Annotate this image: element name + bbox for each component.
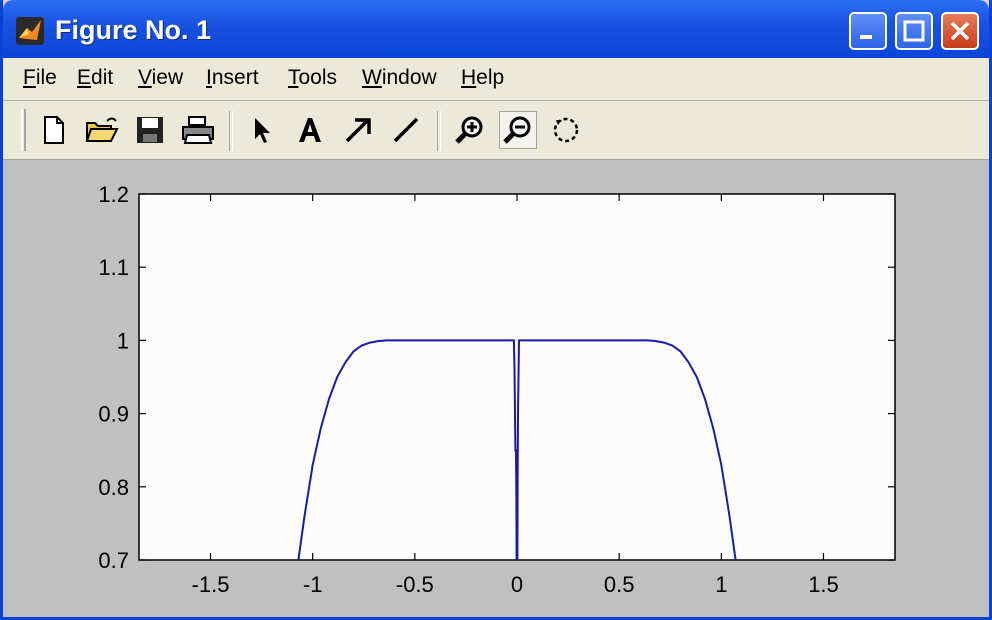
y-tick-label: 1 <box>117 328 129 353</box>
figure-window: Figure No. 1 File Edit View Insert Tools… <box>0 0 992 620</box>
close-icon <box>950 21 970 41</box>
open-folder-icon <box>85 117 119 142</box>
toolbar-grip[interactable] <box>21 109 26 151</box>
print-icon <box>182 116 214 144</box>
zoom-in-button[interactable] <box>451 111 489 149</box>
x-tick-label: 0 <box>511 572 523 597</box>
open-file-button[interactable] <box>83 111 121 149</box>
menu-window[interactable]: Window <box>362 66 437 90</box>
maximize-button[interactable] <box>895 12 933 50</box>
arrow-icon <box>345 118 371 143</box>
menu-file[interactable]: File <box>23 66 57 90</box>
menu-help[interactable]: Help <box>461 66 504 90</box>
new-file-button[interactable] <box>35 111 73 149</box>
rotate-icon <box>553 117 579 143</box>
select-tool-button[interactable] <box>243 111 281 149</box>
zoom-out-button[interactable] <box>499 111 537 149</box>
y-tick-label: 0.7 <box>98 548 129 573</box>
x-tick-label: 1 <box>715 572 727 597</box>
arrow-select-icon <box>255 118 270 143</box>
print-button[interactable] <box>179 111 217 149</box>
new-file-icon <box>44 116 64 144</box>
x-tick-label: 0.5 <box>604 572 635 597</box>
zoom-in-icon <box>455 116 483 144</box>
y-tick-label: 1.2 <box>98 182 129 207</box>
toolbar-separator <box>437 111 441 151</box>
insert-text-button[interactable] <box>291 111 329 149</box>
menu-edit[interactable]: Edit <box>77 66 113 90</box>
insert-arrow-button[interactable] <box>339 111 377 149</box>
figure-toolbar <box>3 101 989 160</box>
y-tick-label: 0.9 <box>98 402 129 427</box>
matlab-logo-icon <box>16 17 44 45</box>
y-tick-label: 0.8 <box>98 475 129 500</box>
y-tick-label: 1.1 <box>98 255 129 280</box>
menu-bar: File Edit View Insert Tools Window Help <box>3 58 989 101</box>
minimize-icon <box>860 35 872 39</box>
save-button[interactable] <box>131 111 169 149</box>
figure-canvas: -1.5 -1 -0.5 0 0.5 1 1.5 0.7 0.8 0.9 1 1.1 1.2 <box>3 160 989 617</box>
rotate-3d-button[interactable] <box>547 111 585 149</box>
close-button[interactable] <box>941 12 979 50</box>
line-icon <box>393 117 419 143</box>
zoom-out-icon <box>503 116 531 144</box>
x-tick-label: -0.5 <box>396 572 434 597</box>
minimize-button[interactable] <box>849 12 887 50</box>
plot-svg: -1.5 -1 -0.5 0 0.5 1 1.5 0.7 0.8 0.9 1 1.1 1.2 <box>98 182 896 597</box>
maximize-icon <box>903 20 925 42</box>
title-bar[interactable]: Figure No. 1 <box>3 0 989 58</box>
insert-line-button[interactable] <box>387 111 425 149</box>
save-icon <box>137 117 163 143</box>
menu-tools[interactable]: Tools <box>288 66 337 90</box>
window-title: Figure No. 1 <box>55 15 212 45</box>
menu-view[interactable]: View <box>138 66 183 90</box>
toolbar-separator <box>229 111 233 151</box>
x-tick-label: -1 <box>303 572 323 597</box>
menu-insert[interactable]: Insert <box>206 66 259 90</box>
x-tick-label: -1.5 <box>192 572 230 597</box>
x-tick-label: 1.5 <box>808 572 839 597</box>
text-icon <box>299 118 321 142</box>
